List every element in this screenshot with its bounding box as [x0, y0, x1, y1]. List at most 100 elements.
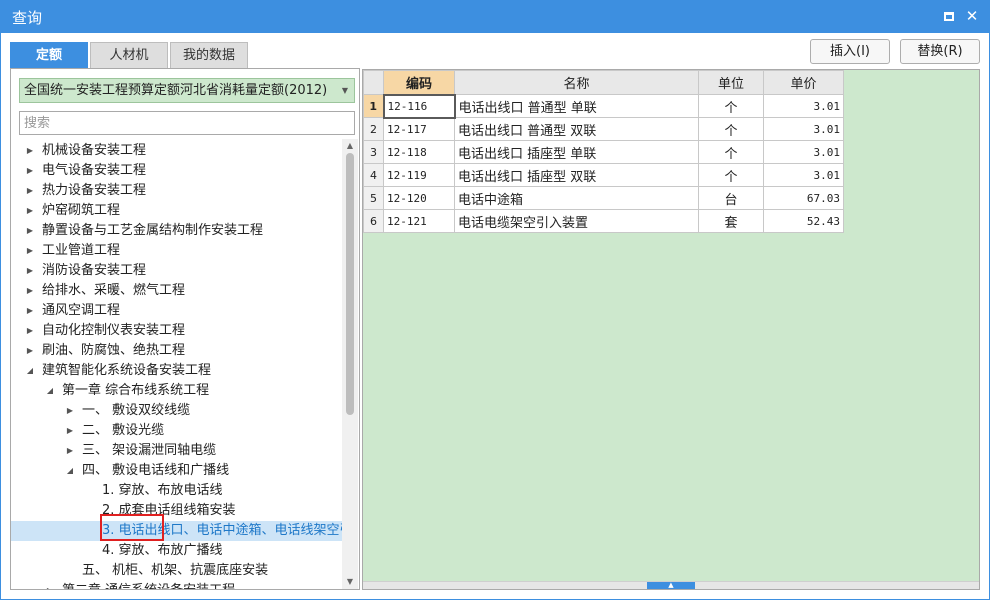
table-row[interactable]: 6 12-121 电话电缆架空引入装置套 52.43	[363, 209, 844, 233]
cell-unit[interactable]: 台	[698, 186, 764, 210]
cell-price[interactable]: 3.01	[763, 94, 844, 118]
expand-right-icon[interactable]: ▶	[25, 341, 35, 361]
cell-price[interactable]: 52.43	[763, 209, 844, 233]
tree-item[interactable]: 1. 穿放、布放电话线	[11, 481, 344, 501]
tree-item[interactable]: 2. 成套电话组线箱安装	[11, 501, 344, 521]
cell-unit[interactable]: 个	[698, 163, 764, 187]
scroll-thumb[interactable]	[346, 153, 354, 415]
tab-quota[interactable]: 定额	[10, 42, 88, 68]
cell-price[interactable]: 3.01	[763, 140, 844, 164]
scroll-grip-icon[interactable]: ▲	[647, 582, 695, 589]
tree-item[interactable]: ▶ 炉窑砌筑工程	[11, 201, 344, 221]
column-header-unit[interactable]: 单位	[698, 70, 764, 95]
expand-right-icon[interactable]: ▶	[65, 421, 75, 441]
cell-name[interactable]: 电话出线口 插座型 单联	[454, 140, 699, 164]
tree-item-label: 自动化控制仪表安装工程	[42, 323, 186, 338]
cell-unit[interactable]: 个	[698, 94, 764, 118]
replace-button[interactable]: 替换(R)	[900, 39, 980, 64]
scroll-down-icon[interactable]: ▼	[342, 575, 358, 589]
cell-code[interactable]: 12-118	[383, 140, 455, 164]
dropdown-arrow-icon: ▼	[341, 86, 348, 95]
tree-item[interactable]: ▶ 二、 敷设光缆	[11, 421, 344, 441]
cell-code[interactable]: 12-120	[383, 186, 455, 210]
expand-right-icon[interactable]: ▶	[25, 261, 35, 281]
tree-scrollbar[interactable]: ▲ ▼	[342, 139, 358, 589]
cell-name[interactable]: 电话出线口 普通型 单联	[454, 94, 699, 118]
cell-code[interactable]: 12-117	[383, 117, 455, 141]
tree-item[interactable]: 五、 机柜、机架、抗震底座安装	[11, 561, 344, 581]
search-input[interactable]	[19, 111, 355, 135]
tree-item[interactable]: ▶ 热力设备安装工程	[11, 181, 344, 201]
column-header-code[interactable]: 编码	[383, 70, 455, 95]
table-row[interactable]: 2 12-117 电话出线口 普通型 双联个 3.01	[363, 117, 844, 141]
expand-right-icon[interactable]: ▶	[25, 321, 35, 341]
tree-item-label: 通风空调工程	[42, 303, 121, 318]
tree-item[interactable]: ▶ 自动化控制仪表安装工程	[11, 321, 344, 341]
tree-item[interactable]: ▶ 电气设备安装工程	[11, 161, 344, 181]
cell-unit[interactable]: 套	[698, 209, 764, 233]
expand-right-icon[interactable]: ▶	[25, 161, 35, 181]
expand-right-icon[interactable]: ▶	[65, 401, 75, 421]
table-row[interactable]: 1 12-116 电话出线口 普通型 单联个 3.01	[363, 93, 844, 119]
close-button[interactable]: ✕	[964, 8, 980, 24]
quota-table: 编码 名称 单位 单价 1 12-116 电话出线口 普通型 单联个 3.01 2 12-…	[363, 70, 844, 233]
tree-item[interactable]: ◢ 第一章 综合布线系统工程	[11, 381, 344, 401]
tree-item[interactable]: ◢ 建筑智能化系统设备安装工程	[11, 361, 344, 381]
tree-item[interactable]: ▶ 一、 敷设双绞线缆	[11, 401, 344, 421]
close-icon: ✕	[965, 7, 979, 25]
tree-item[interactable]: ▶ 机械设备安装工程	[11, 141, 344, 161]
tree-item[interactable]: ▶ 刷油、防腐蚀、绝热工程	[11, 341, 344, 361]
cell-name[interactable]: 电话出线口 插座型 双联	[454, 163, 699, 187]
tree-item[interactable]: 3. 电话出线口、电话中途箱、电话线架空引入...	[11, 521, 344, 541]
expand-down-icon[interactable]: ◢	[65, 461, 75, 481]
tab-labor-material-machine[interactable]: 人材机	[90, 42, 168, 68]
column-header-name[interactable]: 名称	[454, 70, 699, 95]
cell-name[interactable]: 电话出线口 普通型 双联	[454, 117, 699, 141]
expand-right-icon[interactable]: ▶	[25, 201, 35, 221]
table-header-row: 编码 名称 单位 单价	[363, 70, 844, 95]
cell-code[interactable]: 12-119	[383, 163, 455, 187]
tree-item[interactable]: ▶ 静置设备与工艺金属结构制作安装工程	[11, 221, 344, 241]
maximize-button[interactable]	[941, 8, 957, 24]
expand-right-icon[interactable]: ▶	[45, 581, 55, 589]
cell-name[interactable]: 电话电缆架空引入装置	[454, 209, 699, 233]
expand-right-icon[interactable]: ▶	[25, 221, 35, 241]
expand-right-icon[interactable]: ▶	[25, 241, 35, 261]
column-header-price[interactable]: 单价	[763, 70, 844, 95]
tree-item[interactable]: ▶ 给排水、采暖、燃气工程	[11, 281, 344, 301]
tree-item[interactable]: 4. 穿放、布放广播线	[11, 541, 344, 561]
tree-item[interactable]: ▶ 通风空调工程	[11, 301, 344, 321]
tree-item[interactable]: ▶ 工业管道工程	[11, 241, 344, 261]
cell-code[interactable]: 12-116	[382, 93, 456, 119]
expand-right-icon[interactable]: ▶	[25, 281, 35, 301]
table-row[interactable]: 5 12-120 电话中途箱台 67.03	[363, 186, 844, 210]
cell-price[interactable]: 67.03	[763, 186, 844, 210]
cell-price[interactable]: 3.01	[763, 163, 844, 187]
expand-right-icon[interactable]: ▶	[25, 141, 35, 161]
expand-right-icon[interactable]: ▶	[25, 301, 35, 321]
cell-code[interactable]: 12-121	[383, 209, 455, 233]
tab-my-data[interactable]: 我的数据	[170, 42, 248, 68]
table-row[interactable]: 4 12-119 电话出线口 插座型 双联个 3.01	[363, 163, 844, 187]
table-row[interactable]: 3 12-118 电话出线口 插座型 单联个 3.01	[363, 140, 844, 164]
tree-item[interactable]: ▶ 三、 架设漏泄同轴电缆	[11, 441, 344, 461]
quota-library-select[interactable]: 全国统一安装工程预算定额河北省消耗量定额(2012) ▼	[19, 78, 355, 103]
tree-item[interactable]: ◢ 四、 敷设电话线和广播线	[11, 461, 344, 481]
tree-item[interactable]: ▶ 消防设备安装工程	[11, 261, 344, 281]
cell-price[interactable]: 3.01	[763, 117, 844, 141]
row-number: 3	[363, 140, 384, 164]
expand-right-icon[interactable]: ▶	[25, 181, 35, 201]
cell-unit[interactable]: 个	[698, 140, 764, 164]
tree-item-label: 第一章 综合布线系统工程	[62, 383, 210, 398]
insert-button[interactable]: 插入(I)	[810, 39, 890, 64]
tree-item[interactable]: ▶ 第二章 通信系统设备安装工程	[11, 581, 344, 589]
cell-unit[interactable]: 个	[698, 117, 764, 141]
grid-horizontal-scrollbar[interactable]: ▲	[363, 581, 979, 589]
expand-down-icon[interactable]: ◢	[45, 381, 55, 401]
scroll-up-icon[interactable]: ▲	[342, 139, 358, 153]
tree-item-label: 机械设备安装工程	[42, 143, 147, 158]
expand-right-icon[interactable]: ▶	[65, 441, 75, 461]
tree-item-label: 4. 穿放、布放广播线	[102, 543, 223, 558]
expand-down-icon[interactable]: ◢	[25, 361, 35, 381]
cell-name[interactable]: 电话中途箱	[454, 186, 699, 210]
